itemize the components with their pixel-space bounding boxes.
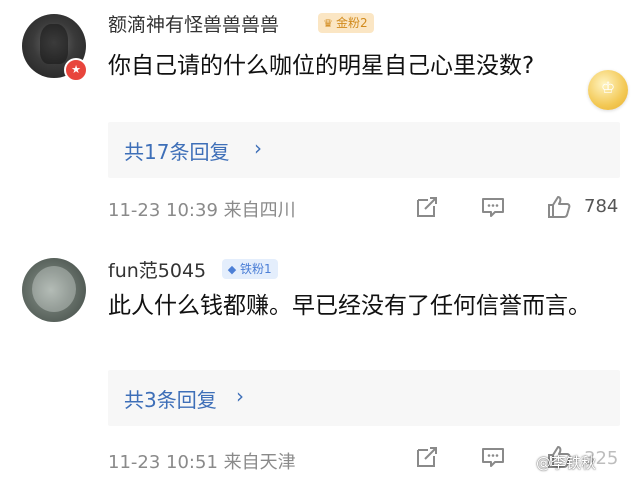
location: 来自四川 [223, 200, 296, 221]
diamond-icon: ◆ [227, 263, 237, 276]
replies-button[interactable]: 共3条回复 › [108, 370, 620, 426]
watermark: @李铁秋 [536, 454, 597, 472]
like-count: 784 [584, 196, 619, 217]
fan-badge[interactable]: ♛ 金粉2 [318, 13, 374, 33]
username[interactable]: fun范5045 [108, 256, 206, 283]
verified-icon: ★ [64, 58, 88, 82]
chevron-right-icon: › [236, 384, 244, 408]
chevron-right-icon: › [254, 136, 262, 160]
comment-icon[interactable] [480, 194, 506, 220]
timestamp: 11-23 10:39 [108, 200, 218, 221]
share-icon[interactable] [414, 444, 440, 470]
like-icon[interactable] [546, 194, 572, 220]
fan-badge[interactable]: ◆ 铁粉1 [222, 259, 278, 279]
medal-icon: ♔ [588, 70, 628, 110]
replies-button[interactable]: 共17条回复 › [108, 122, 620, 178]
comment-text: 你自己请的什么咖位的明星自己心里没数? [108, 53, 535, 79]
comment-icon[interactable] [480, 444, 506, 470]
username[interactable]: 额滴神有怪兽兽兽兽 [108, 10, 279, 37]
location: 来自天津 [223, 452, 296, 473]
comment-item: ★ 额滴神有怪兽兽兽兽 ♛ 金粉2 你自己请的什么咖位的明星自己心里没数? ♔ 共… [0, 0, 640, 232]
comment-meta: 11-23 10:39 来自四川 [108, 196, 296, 222]
replies-label: 共17条回复 [124, 140, 230, 164]
crown-icon: ♛ [323, 17, 333, 30]
fan-badge-label: 金粉2 [336, 16, 368, 30]
comment-meta: 11-23 10:51 来自天津 [108, 448, 296, 474]
timestamp: 11-23 10:51 [108, 452, 218, 473]
avatar[interactable] [22, 258, 86, 322]
replies-label: 共3条回复 [124, 388, 217, 412]
fan-badge-label: 铁粉1 [240, 262, 272, 276]
comment-text: 此人什么钱都赚。早已经没有了任何信誉而言。 [108, 293, 591, 319]
comment-item: fun范5045 ◆ 铁粉1 此人什么钱都赚。早已经没有了任何信誉而言。 共3条回… [0, 248, 640, 486]
share-icon[interactable] [414, 194, 440, 220]
